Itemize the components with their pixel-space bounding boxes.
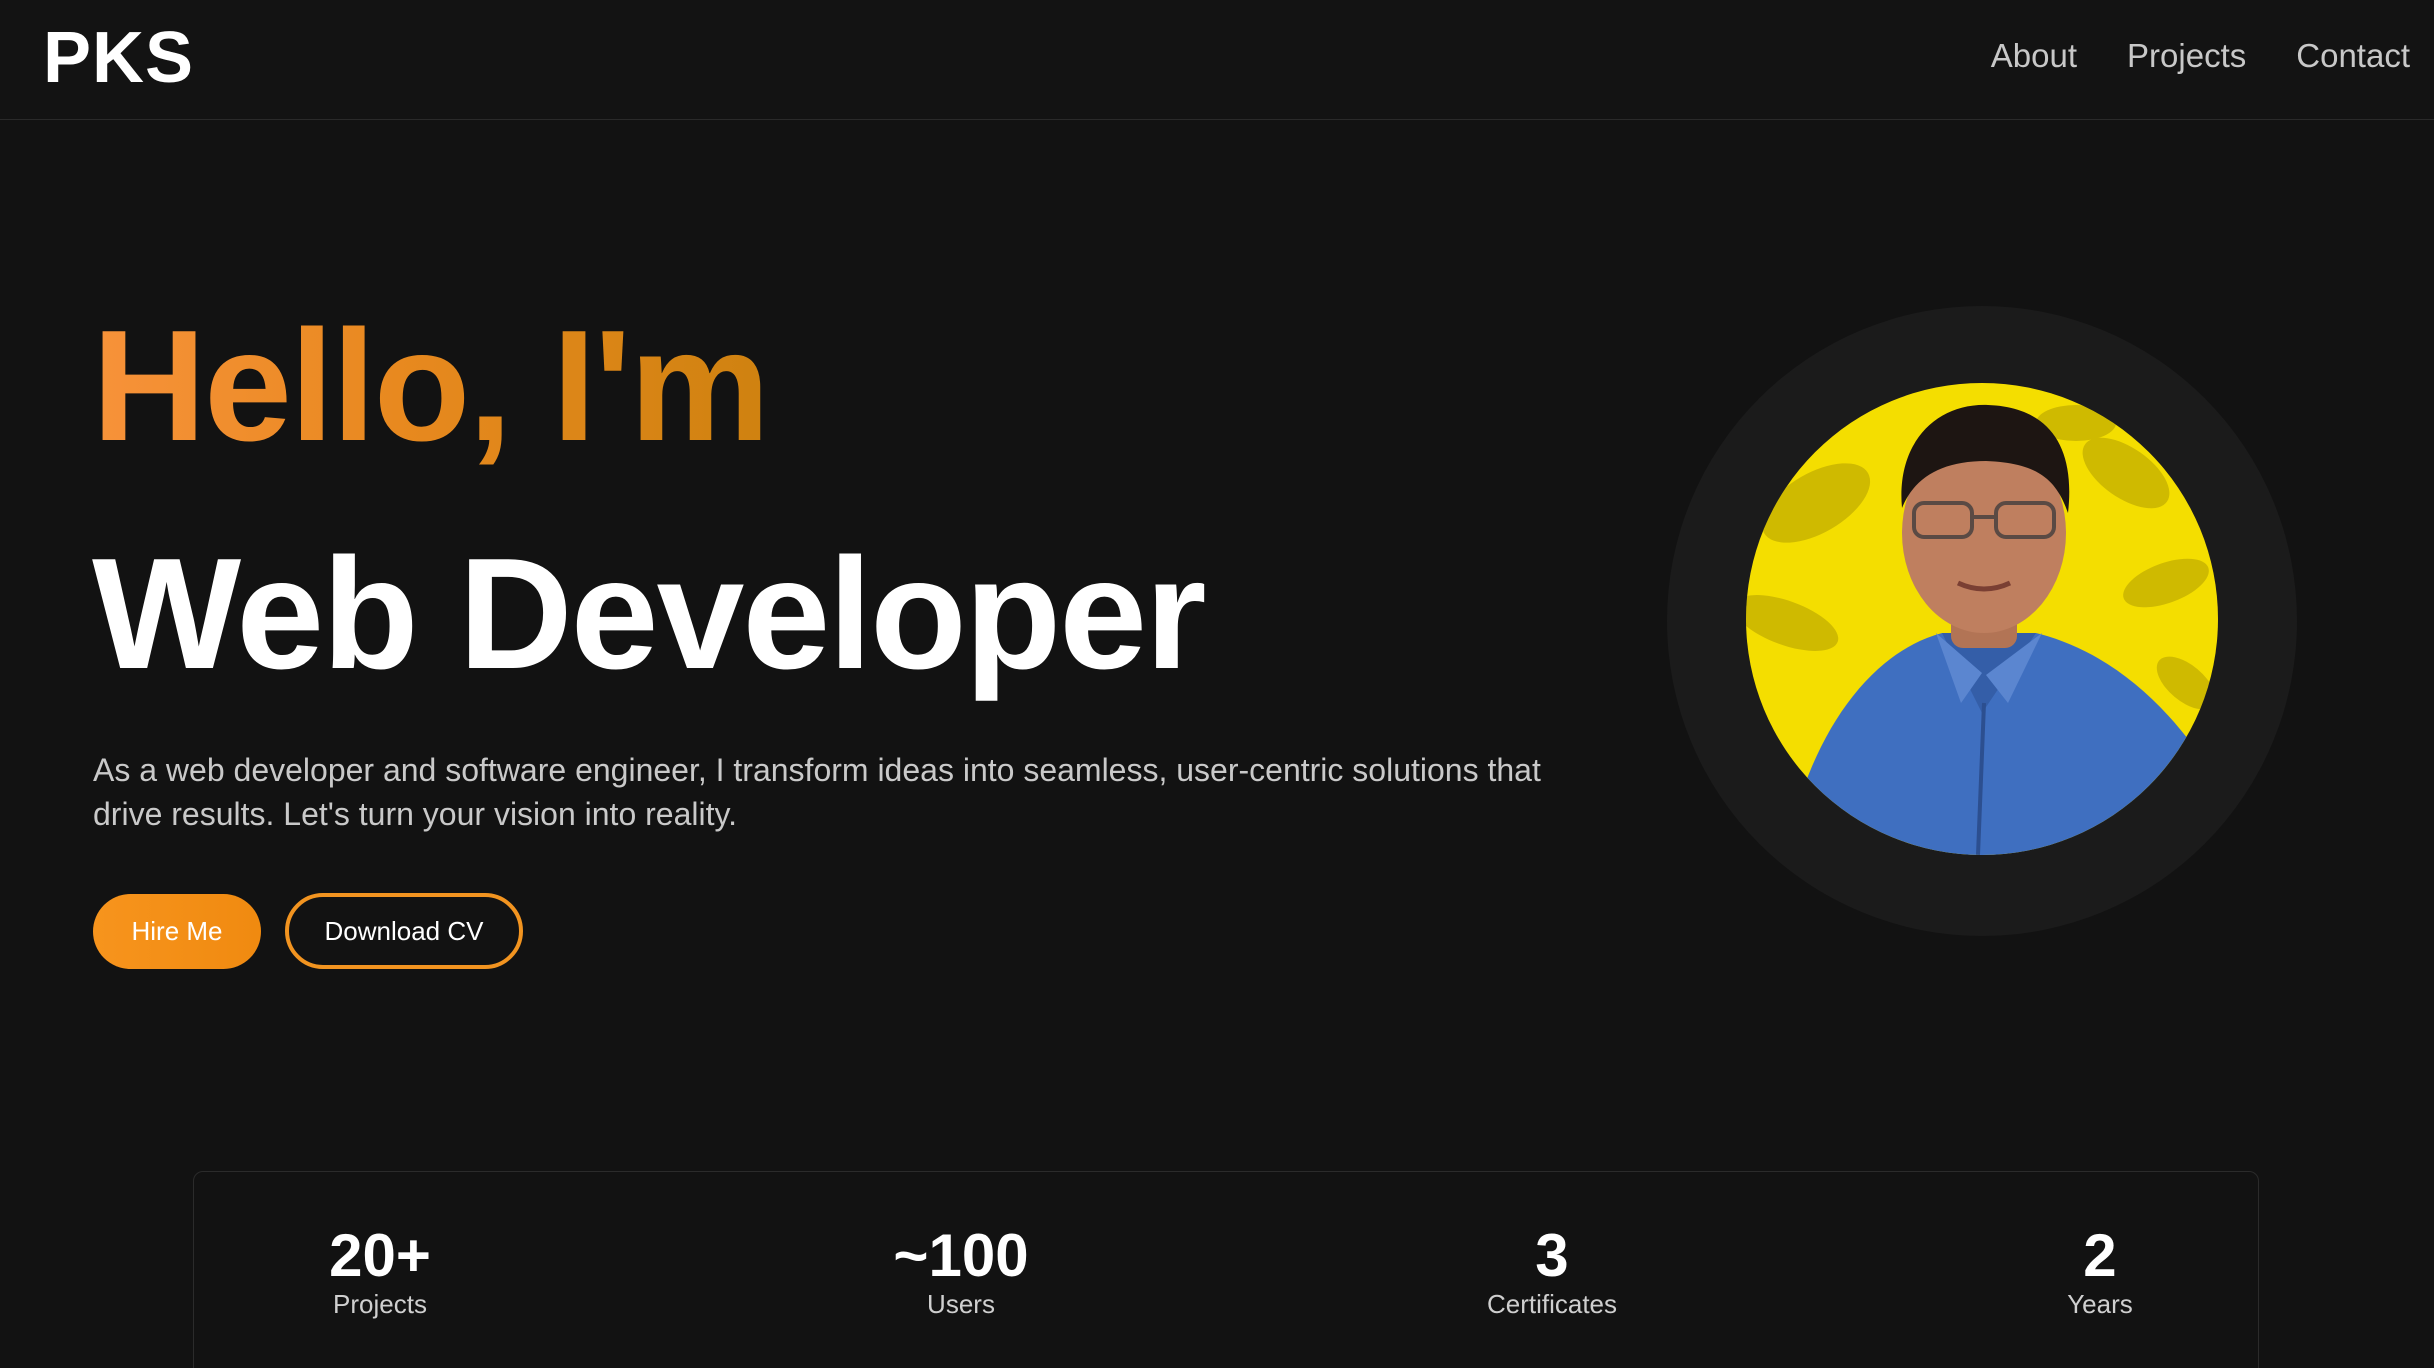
nav-projects-link[interactable]: Projects: [2127, 34, 2246, 78]
stat-value: 3: [1535, 1222, 1569, 1289]
download-cv-button[interactable]: Download CV: [285, 893, 523, 969]
stat-years: 2 Years: [2067, 1224, 2133, 1320]
stat-value: 20+: [329, 1222, 431, 1289]
stat-projects: 20+ Projects: [329, 1224, 431, 1320]
nav-contact-link[interactable]: Contact: [2296, 34, 2410, 78]
profile-photo: [1746, 383, 2218, 855]
stat-label: Projects: [333, 1289, 427, 1319]
hero-description: As a web developer and software engineer…: [93, 752, 1541, 832]
stat-value: 2: [2083, 1222, 2117, 1289]
stat-certificates: 3 Certificates: [1487, 1224, 1617, 1320]
hero-greeting: Hello, I'm: [92, 298, 770, 474]
main-nav: About Projects Contact: [1991, 34, 2410, 78]
logo[interactable]: PKS: [43, 18, 194, 98]
nav-about-link[interactable]: About: [1991, 34, 2077, 78]
site-header: PKS About Projects Contact: [0, 0, 2434, 120]
stat-label: Years: [2067, 1289, 2133, 1319]
profile-photo-illustration: [1746, 404, 2218, 855]
stats-panel: 20+ Projects ~100 Users 3 Certificates 2…: [193, 1171, 2259, 1368]
stat-users: ~100 Users: [893, 1224, 1028, 1320]
hire-me-button[interactable]: Hire Me: [93, 894, 261, 969]
portfolio-page: PKS About Projects Contact Hello, I'm We…: [0, 0, 2434, 1368]
stat-value: ~100: [893, 1222, 1029, 1289]
stat-label: Certificates: [1486, 1289, 1618, 1319]
hero-role-title: Web Developer: [92, 526, 1207, 702]
stat-label: Users: [927, 1289, 995, 1319]
